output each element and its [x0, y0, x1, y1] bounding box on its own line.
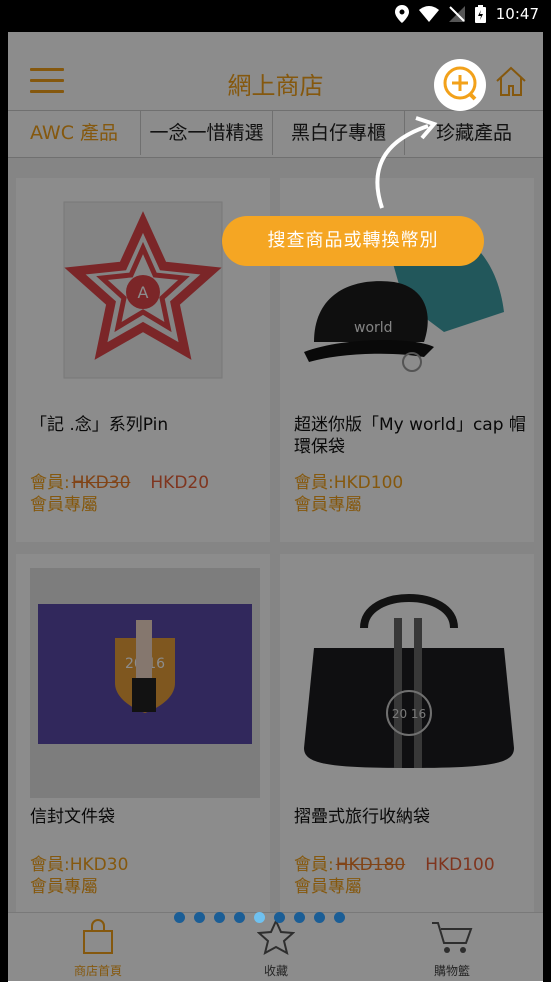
page-dot[interactable] [294, 912, 305, 923]
page-dot[interactable] [334, 912, 345, 923]
page-dot[interactable] [274, 912, 285, 923]
status-time: 10:47 [495, 5, 539, 23]
status-bar: 10:47 [0, 0, 551, 32]
wifi-icon [418, 6, 439, 22]
page-dot[interactable] [234, 912, 245, 923]
no-signal-icon [448, 6, 465, 22]
tutorial-tooltip: 搜查商品或轉換幣別 [222, 216, 484, 266]
tutorial-page-dots [174, 912, 345, 923]
pointer-arrow-icon [375, 116, 438, 209]
battery-icon [474, 5, 486, 23]
page-dot[interactable] [174, 912, 185, 923]
search-currency-button[interactable] [434, 59, 486, 111]
tutorial-overlay[interactable] [0, 32, 551, 981]
page-dot[interactable] [314, 912, 325, 923]
location-icon [394, 5, 409, 23]
page-dot[interactable] [214, 912, 225, 923]
search-plus-icon [443, 66, 477, 101]
page-dot[interactable] [194, 912, 205, 923]
page-dot-active[interactable] [254, 912, 265, 923]
